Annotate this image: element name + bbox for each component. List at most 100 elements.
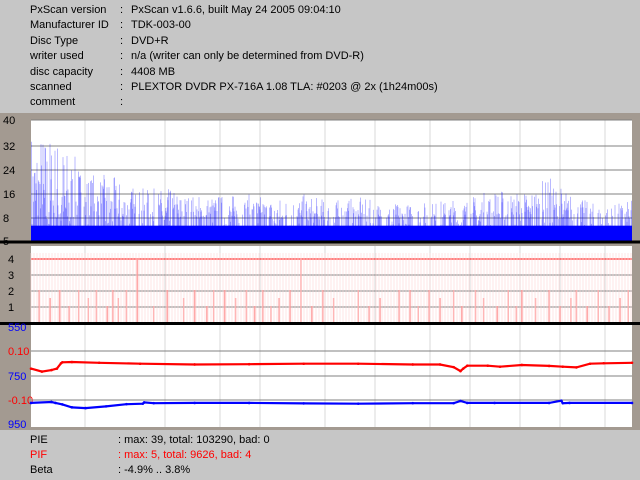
pif-tick-label: 1 [8, 302, 14, 314]
beta-left-tick-label: 750 [8, 371, 26, 383]
beta-lower-line-point [104, 405, 108, 408]
beta-lower-line-point [465, 401, 469, 405]
info-colon: : [120, 35, 124, 47]
beta-lower-line-point [568, 401, 571, 405]
info-label: scanned [30, 81, 72, 93]
summary-label: Beta [30, 464, 53, 476]
beta-upper-line-point [547, 364, 551, 368]
beta-lower-line-point [125, 402, 128, 406]
scan-summary-panel: PIE : max: 39, total: 103290, bad: 0 PIF… [0, 430, 640, 480]
info-colon: : [120, 81, 124, 93]
pie-tick-label: 32 [3, 141, 15, 153]
info-label: comment [30, 96, 76, 108]
summary-value: : max: 5, total: 9626, bad: 4 [118, 449, 252, 461]
beta-lower-line-point [302, 402, 305, 405]
pif-bar [223, 290, 226, 322]
beta-upper-line-point [520, 363, 524, 367]
beta-upper-line-point [630, 361, 634, 365]
pif-tick-label: 3 [8, 270, 14, 282]
pif-bar [206, 306, 208, 322]
info-colon: : [120, 4, 124, 16]
beta-lower-line-point [54, 401, 57, 405]
beta-upper-line-point [438, 363, 442, 366]
beta-upper-line-point [486, 364, 490, 367]
beta-upper-line-point [40, 370, 44, 373]
info-colon: : [120, 66, 124, 78]
beta-lower-line-point [50, 400, 53, 404]
info-value: PLEXTOR DVDR PX-716A 1.08 TLA: #0203 @ 2… [131, 81, 438, 93]
beta-lower-line-point [193, 401, 196, 405]
beta-lower-line-point [493, 401, 496, 405]
beta-lower-line-point [70, 406, 74, 409]
beta-lower-line-point [152, 401, 156, 405]
pie-tick-label: 24 [3, 165, 15, 177]
pif-bar [439, 298, 441, 322]
info-label: Disc Type [30, 35, 79, 47]
beta-upper-line-point [602, 361, 605, 365]
beta-lower-line-point [61, 403, 64, 406]
beta-lower-line-point [247, 401, 251, 405]
info-label: writer used [30, 50, 84, 62]
beta-lower-line-point [459, 399, 462, 403]
info-value: n/a (writer can only be determined from … [131, 50, 364, 62]
beta-lower-line-point [29, 401, 33, 405]
pif-bar [461, 306, 463, 322]
pif-bar [559, 306, 561, 322]
info-value: 4408 MB [131, 66, 176, 78]
pif-bar [521, 290, 523, 322]
beta-lower-line-point [411, 401, 415, 405]
beta-right-tick-label: -0.10 [8, 395, 33, 407]
scan-plots-svg: 403224168543215507509500.10-0.10 [0, 115, 640, 430]
pif-bar [49, 298, 51, 322]
pif-bar [608, 306, 610, 322]
beta-upper-line-point [498, 365, 502, 368]
pif-bar [368, 306, 370, 322]
beta-upper-line-point [50, 368, 53, 372]
summary-value: : -4.9% .. 3.8% [118, 464, 191, 476]
pif-bar [619, 298, 621, 322]
pif-tick-label: 2 [8, 286, 14, 298]
beta-lower-line-point [561, 401, 565, 405]
beta-upper-line-point [61, 360, 64, 364]
scan-info-panel: PxScan version : PxScan v1.6.6, built Ma… [0, 0, 640, 113]
beta-upper-line-point [575, 366, 578, 369]
pie-tick-label: 40 [3, 115, 15, 127]
beta-lower-line-point [560, 399, 563, 403]
beta-upper-line-point [97, 361, 101, 365]
beta-upper-line-point [70, 360, 74, 364]
summary-label: PIF [30, 449, 48, 461]
beta-lower-line-point [142, 401, 146, 404]
info-label: disc capacity [30, 66, 93, 78]
pif-bar [136, 258, 139, 322]
info-colon: : [120, 96, 124, 108]
beta-upper-line-point [588, 362, 592, 366]
beta-upper-line-point [247, 362, 251, 366]
summary-label: PIE [30, 434, 48, 446]
pie-base-band [31, 225, 632, 241]
pif-bar [428, 290, 430, 322]
beta-lower-line-point [630, 401, 634, 405]
pif-bar [586, 306, 589, 322]
info-value: TDK-003-00 [131, 19, 191, 31]
beta-upper-line-point [55, 367, 59, 370]
beta-upper-line-point [138, 362, 142, 366]
beta-upper-line-point [302, 362, 305, 366]
beta-upper-line-point [411, 363, 415, 366]
info-value: PxScan v1.6.6, built May 24 2005 09:04:1… [131, 4, 341, 16]
beta-lower-line-point [547, 401, 551, 405]
pif-bar [289, 290, 291, 322]
beta-left-tick-label: 550 [8, 322, 26, 334]
beta-upper-line-point [465, 364, 469, 367]
info-label: PxScan version [30, 4, 107, 16]
pif-bar [398, 290, 400, 322]
beta-upper-line-point [561, 365, 565, 368]
pif-bar [58, 290, 61, 322]
beta-lower-line-point [84, 406, 87, 410]
pif-bar [253, 306, 256, 322]
beta-lower-line-point [356, 402, 360, 405]
summary-value: : max: 39, total: 103290, bad: 0 [118, 434, 270, 446]
pif-bar [106, 306, 109, 322]
pif-bar [409, 290, 411, 322]
pif-bar [496, 306, 499, 322]
info-colon: : [120, 50, 124, 62]
